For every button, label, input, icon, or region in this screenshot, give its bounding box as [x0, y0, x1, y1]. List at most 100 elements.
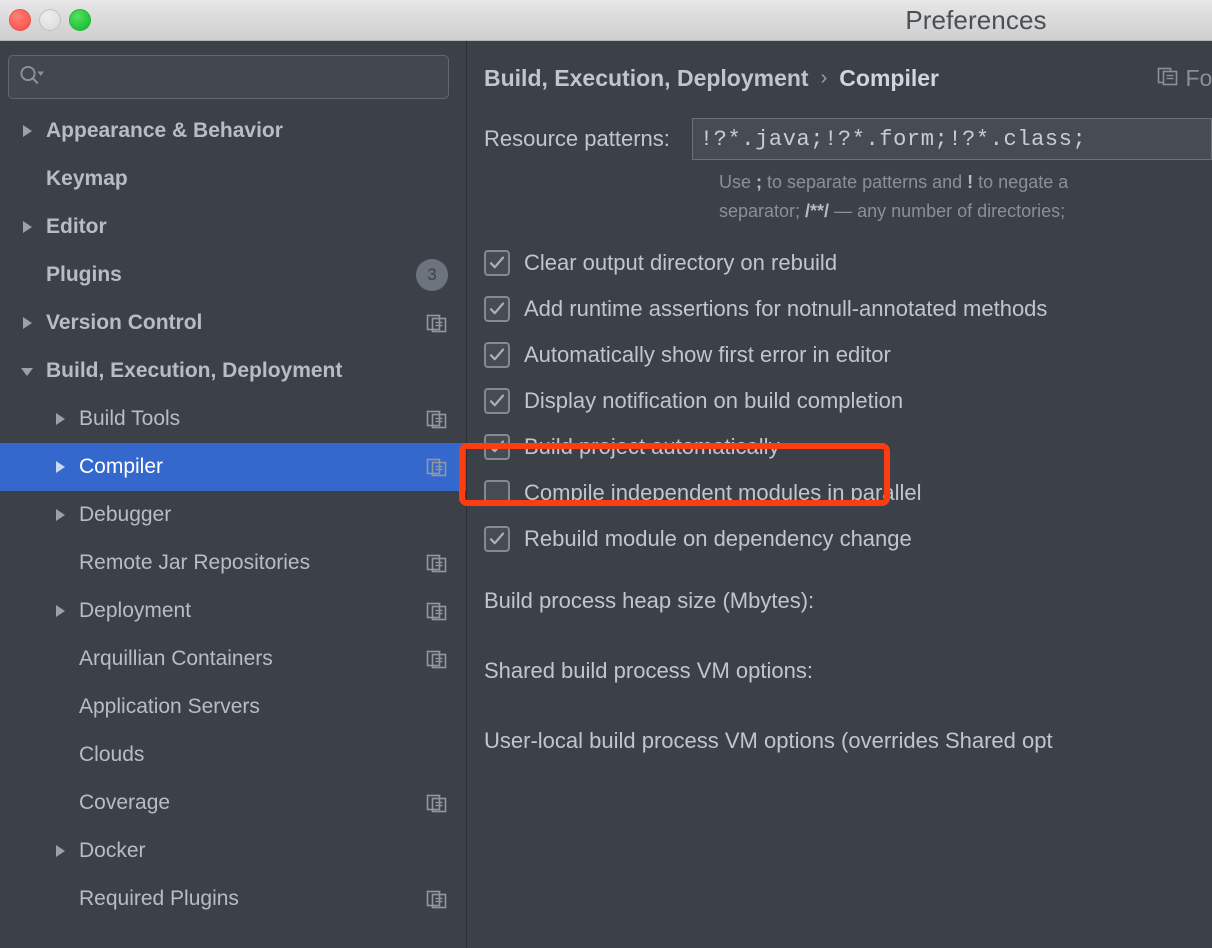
checkbox-checked-icon[interactable]: [484, 388, 510, 414]
sidebar-item-appearance-behavior[interactable]: Appearance & Behavior: [0, 107, 466, 155]
copy-settings-icon[interactable]: [426, 648, 448, 670]
sidebar-item-adornment: 3: [416, 259, 448, 291]
sidebar-item-clouds[interactable]: Clouds: [0, 731, 466, 779]
sidebar-item-application-servers[interactable]: Application Servers: [0, 683, 466, 731]
search-box[interactable]: [8, 55, 449, 99]
sidebar-item-adornment: [426, 648, 448, 670]
checkbox-row[interactable]: Automatically show first error in editor: [484, 332, 1212, 378]
hint-line-1: Use ; to separate patterns and ! to nega…: [719, 172, 1069, 192]
sidebar-item-remote-jar-repositories[interactable]: Remote Jar Repositories: [0, 539, 466, 587]
breadcrumb-separator-icon: ›: [820, 67, 828, 89]
sidebar-item-editor[interactable]: Editor: [0, 203, 466, 251]
checkbox-checked-icon[interactable]: [484, 526, 510, 552]
resource-patterns-label: Resource patterns:: [484, 126, 670, 151]
checkbox-label: Rebuild module on dependency change: [524, 526, 912, 551]
sidebar-item-adornment: [426, 888, 448, 910]
sidebar-item-required-plugins[interactable]: Required Plugins: [0, 875, 466, 923]
copy-settings-icon[interactable]: [426, 312, 448, 334]
close-window-button[interactable]: [9, 9, 31, 31]
sidebar-item-label: Remote Jar Repositories: [79, 551, 311, 574]
chevron-right-icon[interactable]: [47, 411, 73, 427]
sidebar-item-plugins[interactable]: Plugins 3: [0, 251, 466, 299]
checkbox-checked-icon[interactable]: [484, 250, 510, 276]
sidebar-item-compiler[interactable]: Compiler: [0, 443, 466, 491]
sidebar-item-keymap[interactable]: Keymap: [0, 155, 466, 203]
sidebar-item-adornment: [426, 600, 448, 622]
chevron-down-icon[interactable]: [14, 363, 40, 379]
hint-line-2: separator; /**/ — any number of director…: [719, 201, 1066, 221]
chevron-right-icon[interactable]: [47, 507, 73, 523]
plugins-count-badge: 3: [416, 259, 448, 291]
sidebar-item-label: Arquillian Containers: [79, 647, 273, 670]
sidebar-item-adornment: [426, 552, 448, 574]
checkbox-row[interactable]: Build project automatically: [484, 424, 1212, 470]
search-input[interactable]: [45, 67, 438, 87]
sidebar-item-arquillian-containers[interactable]: Arquillian Containers: [0, 635, 466, 683]
search-icon: [19, 65, 45, 90]
chevron-right-icon[interactable]: [14, 219, 40, 235]
checkbox-checked-icon[interactable]: [484, 434, 510, 460]
sidebar-item-label: Editor: [46, 215, 107, 238]
checkbox-checked-icon[interactable]: [484, 296, 510, 322]
sidebar-item-build-execution-deployment[interactable]: Build, Execution, Deployment: [0, 347, 466, 395]
chevron-right-icon[interactable]: [14, 315, 40, 331]
sidebar-item-label: Build, Execution, Deployment: [46, 359, 343, 382]
shared-vm-options-label: Shared build process VM options:: [484, 658, 813, 683]
sidebar-item-label: Coverage: [79, 791, 171, 814]
resource-patterns-field[interactable]: [691, 118, 1212, 160]
checkbox-unchecked-icon[interactable]: [484, 480, 510, 506]
copy-settings-icon[interactable]: [426, 408, 448, 430]
sidebar-item-coverage[interactable]: Coverage: [0, 779, 466, 827]
sidebar-item-deployment[interactable]: Deployment: [0, 587, 466, 635]
sidebar-item-docker[interactable]: Docker: [0, 827, 466, 875]
sidebar-item-label: Clouds: [79, 743, 145, 766]
copy-settings-icon[interactable]: [426, 552, 448, 574]
for-scope-control[interactable]: For: [1157, 65, 1212, 92]
checkbox-row[interactable]: Display notification on build completion: [484, 378, 1212, 424]
sidebar-item-label: Plugins: [46, 263, 122, 286]
checkbox-row[interactable]: Rebuild module on dependency change: [484, 516, 1212, 562]
checkbox-checked-icon[interactable]: [484, 342, 510, 368]
sidebar-item-build-tools[interactable]: Build Tools: [0, 395, 466, 443]
checkbox-row[interactable]: Compile independent modules in parallel: [484, 470, 1212, 516]
sidebar-item-label: Application Servers: [79, 695, 260, 718]
copy-settings-icon[interactable]: [426, 456, 448, 478]
sidebar-search-area: [0, 41, 466, 99]
checkbox-row[interactable]: Clear output directory on rebuild: [484, 240, 1212, 286]
resource-patterns-input[interactable]: [699, 126, 1204, 152]
copy-settings-icon[interactable]: [426, 600, 448, 622]
zoom-window-button[interactable]: [69, 9, 91, 31]
sidebar-item-debugger[interactable]: Debugger: [0, 491, 466, 539]
chevron-right-icon[interactable]: [47, 459, 73, 475]
settings-main-panel: Build, Execution, Deployment › Compiler …: [467, 41, 1212, 948]
copy-settings-icon[interactable]: [426, 792, 448, 814]
sidebar-item-version-control[interactable]: Version Control: [0, 299, 466, 347]
window-title: Preferences: [905, 5, 1047, 35]
sidebar-item-adornment: [426, 312, 448, 334]
copy-settings-icon[interactable]: [426, 888, 448, 910]
chevron-right-icon[interactable]: [14, 123, 40, 139]
sidebar-item-label: Version Control: [46, 311, 203, 334]
resource-patterns-row: Resource patterns:: [467, 118, 1212, 160]
settings-sidebar: Appearance & Behavior Keymap Editor Plugins…: [0, 41, 466, 948]
checkbox-label: Compile independent modules in parallel: [524, 480, 922, 505]
minimize-window-button[interactable]: [39, 9, 61, 31]
compiler-options-list: Clear output directory on rebuild Add run…: [467, 240, 1212, 562]
sidebar-item-adornment: [426, 408, 448, 430]
sidebar-item-label: Appearance & Behavior: [46, 119, 283, 142]
resource-patterns-hint: Use ; to separate patterns and ! to nega…: [467, 168, 1212, 226]
breadcrumb-parent[interactable]: Build, Execution, Deployment: [484, 65, 809, 92]
checkbox-label: Clear output directory on rebuild: [524, 250, 838, 275]
preferences-window: Preferences Appearance & Behavior Keymap: [0, 0, 1212, 948]
sidebar-item-label: Debugger: [79, 503, 172, 526]
window-body: Appearance & Behavior Keymap Editor Plugins…: [0, 41, 1212, 948]
user-local-vm-options-label: User-local build process VM options (ove…: [484, 728, 1053, 753]
sidebar-item-label: Docker: [79, 839, 146, 862]
checkbox-row[interactable]: Add runtime assertions for notnull-annot…: [484, 286, 1212, 332]
checkbox-label: Add runtime assertions for notnull-annot…: [524, 296, 1048, 321]
chevron-right-icon[interactable]: [47, 843, 73, 859]
chevron-right-icon[interactable]: [47, 603, 73, 619]
sidebar-item-label: Compiler: [79, 455, 164, 478]
copy-icon: [1157, 65, 1179, 92]
checkbox-label: Automatically show first error in editor: [524, 342, 891, 367]
